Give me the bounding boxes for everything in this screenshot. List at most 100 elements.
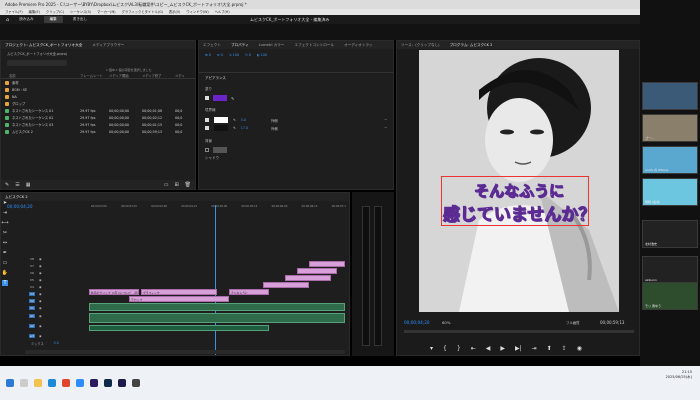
clip-a1[interactable]: [89, 313, 345, 323]
tab-edit[interactable]: 編集: [43, 16, 63, 23]
tab-effects[interactable]: エフェクト: [203, 41, 221, 49]
project-row[interactable]: ネストされたシーケンス 02 29.97 fps 00;00;00;00 00;00;…: [1, 114, 195, 121]
monitor-scrubber[interactable]: [404, 330, 634, 333]
new-item-icon[interactable]: ⊞: [174, 182, 178, 188]
participant-tile[interactable]: モリ 豊ゆう: [642, 282, 698, 310]
eye-icon[interactable]: ◉: [39, 278, 42, 282]
participant-tile[interactable]: akikunn: [642, 256, 698, 284]
premiere-icon[interactable]: [90, 379, 98, 387]
pencil-icon[interactable]: ✎: [5, 182, 9, 188]
mark-out-icon[interactable]: }: [457, 345, 461, 352]
participant-tile[interactable]: [642, 82, 698, 110]
bg-checkbox[interactable]: [205, 148, 209, 152]
track-header[interactable]: V4 ◉: [29, 283, 87, 290]
go-to-in-icon[interactable]: ⇤: [471, 345, 476, 352]
new-bin-icon[interactable]: ▭: [164, 182, 169, 188]
participant-tile[interactable]: 北村浩史: [642, 220, 698, 248]
after-effects-icon[interactable]: [118, 379, 126, 387]
search-input[interactable]: [7, 60, 67, 66]
mix-value[interactable]: 0.0: [54, 341, 59, 346]
tab-import[interactable]: 読み込み: [13, 16, 39, 23]
tab-audio-track[interactable]: オーディオトラッ: [344, 41, 373, 49]
eye-icon[interactable]: ◉: [39, 271, 42, 275]
fill-checkbox[interactable]: [205, 96, 209, 100]
eye-icon[interactable]: ◉: [39, 324, 42, 328]
track-header[interactable]: A2 ◉: [29, 321, 87, 331]
subtitle-line-2[interactable]: 感じていませんか？: [419, 200, 619, 226]
stroke1-checkbox[interactable]: [205, 118, 209, 122]
clip-v7[interactable]: [297, 268, 337, 274]
video-frame[interactable]: そんなふうに 感じていませんか？: [419, 50, 619, 312]
remove-icon[interactable]: −: [384, 118, 387, 122]
mark-in-icon[interactable]: {: [443, 345, 447, 352]
rotation-icon[interactable]: ↻ 0: [245, 53, 251, 68]
clip-v4c[interactable]: そんなふうに: [229, 289, 269, 295]
play-icon[interactable]: ▶: [500, 345, 505, 352]
select-tool-icon[interactable]: ➤: [3, 200, 7, 206]
track-header[interactable]: V7 ◉: [29, 262, 87, 269]
stroke2-swatch[interactable]: [214, 125, 228, 131]
tab-program[interactable]: プログラム: ムビスクCK 2: [450, 41, 493, 49]
project-row[interactable]: ムビスクCK 2 29.97 fps 00;00;00;00 00;00;59;13 0…: [1, 128, 195, 135]
system-clock[interactable]: 21:15 2025/06/25(水): [666, 370, 692, 380]
icon-view-icon[interactable]: ▦: [26, 182, 31, 188]
pen-tool-icon[interactable]: ✒: [3, 250, 7, 256]
trash-icon[interactable]: 🗑: [185, 182, 191, 188]
slip-tool-icon[interactable]: ↔: [3, 240, 7, 246]
scale-icon[interactable]: ⇲ 100: [229, 53, 239, 68]
eye-icon[interactable]: ◉: [39, 257, 42, 261]
bg-swatch[interactable]: [213, 147, 227, 153]
track-header[interactable]: A3 ◉: [29, 331, 87, 341]
eye-icon[interactable]: ◉: [39, 292, 42, 296]
track-select-icon[interactable]: ⇥: [3, 210, 7, 216]
tab-project[interactable]: プロジェクト: ムビスクCK_ポートフォリオ大全: [5, 41, 82, 49]
project-row[interactable]: グロップ: [1, 100, 195, 107]
eye-icon[interactable]: ◉: [39, 306, 42, 310]
track-header[interactable]: V5 ◉: [29, 276, 87, 283]
go-to-out-icon[interactable]: ⇥: [532, 345, 537, 352]
clip-v3[interactable]: テロップ: [129, 296, 229, 302]
project-row[interactable]: BGM・SE: [1, 86, 195, 93]
tab-properties[interactable]: プロパティ: [231, 41, 249, 49]
edge-icon[interactable]: [48, 379, 56, 387]
stroke2-width[interactable]: 17.0: [241, 126, 248, 130]
stroke1-type[interactable]: 外側: [271, 118, 278, 123]
opacity-icon[interactable]: ◐ 100: [257, 53, 267, 68]
step-forward-icon[interactable]: ▶|: [515, 345, 522, 352]
clip-v4b[interactable]: グラフィック: [141, 289, 217, 295]
subtitle-line-1[interactable]: そんなふうに: [419, 180, 619, 201]
clip-v6[interactable]: [285, 275, 331, 281]
tab-lumetri[interactable]: Lumetri カラー: [259, 41, 285, 49]
track-header[interactable]: A1 ◉: [29, 311, 87, 321]
stroke2-checkbox[interactable]: [205, 126, 209, 130]
zoom-icon[interactable]: [76, 379, 84, 387]
tab-export[interactable]: 書き出し: [67, 16, 93, 23]
home-icon[interactable]: ⌂: [6, 17, 9, 23]
track-header[interactable]: V2 ◉: [29, 297, 87, 304]
participant-tile[interactable]: 瑞穂 (坂井): [642, 178, 698, 206]
stroke1-width[interactable]: 5.0: [241, 118, 246, 122]
tab-effect-controls[interactable]: エフェクトコントロール: [294, 41, 334, 49]
project-row[interactable]: 素材: [1, 79, 195, 86]
hand-tool-icon[interactable]: ✋: [2, 270, 8, 276]
search-icon[interactable]: [20, 379, 28, 387]
step-back-icon[interactable]: ◀: [486, 345, 491, 352]
project-row[interactable]: NA: [1, 93, 195, 100]
stroke2-type[interactable]: 外側: [271, 126, 278, 131]
participant-tile[interactable]: unchi の iPhone: [642, 146, 698, 174]
photoshop-icon[interactable]: [104, 379, 112, 387]
clip-v4[interactable]: 動画のクリップ_お互いについて、話してみたい: [89, 289, 139, 295]
lift-icon[interactable]: ⬆: [547, 345, 552, 352]
zoom-select[interactable]: 60%: [442, 320, 450, 325]
razor-tool-icon[interactable]: ✂: [3, 230, 7, 236]
project-row[interactable]: ネストされたシーケンス 03 29.97 fps 00;00;00;00 00;00;…: [1, 121, 195, 128]
position-icon[interactable]: ⊞ 0: [205, 53, 211, 68]
eye-icon[interactable]: ◉: [39, 334, 42, 338]
timeline-ruler[interactable]: 00;00;03;00 00;00;03;15 00;00;04;00 00;00;0…: [91, 205, 346, 213]
track-header[interactable]: V3 ◉: [29, 290, 87, 297]
anchor-icon[interactable]: ⊕ 0: [217, 53, 223, 68]
type-tool-icon[interactable]: T: [2, 280, 8, 286]
track-header[interactable]: V6 ◉: [29, 269, 87, 276]
eyedropper-icon[interactable]: ✎: [233, 118, 236, 122]
clip-v1[interactable]: [89, 303, 345, 311]
